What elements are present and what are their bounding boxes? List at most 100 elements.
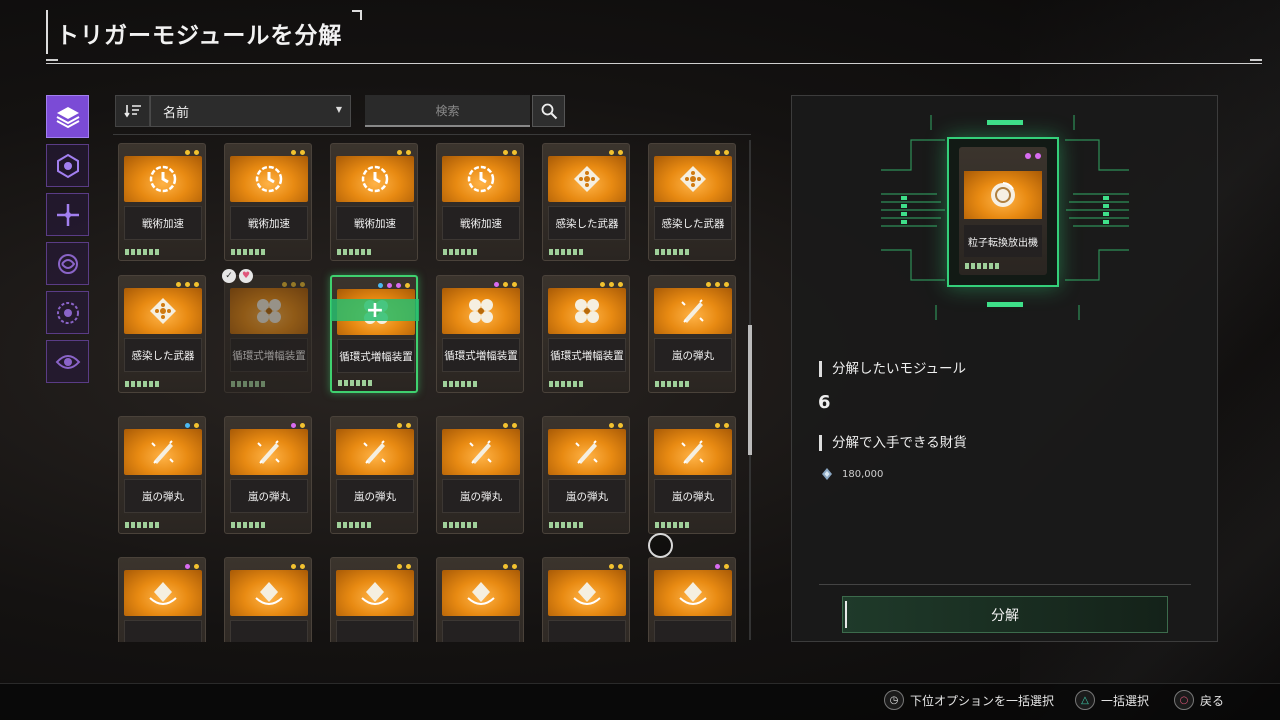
module-name: 嵐の弾丸 xyxy=(336,479,414,513)
disassemble-button[interactable]: 分解 xyxy=(842,596,1168,633)
currency-amount: 180,000 xyxy=(842,468,884,480)
rarity-dots xyxy=(503,423,517,428)
module-name xyxy=(124,620,202,642)
side-tab-eye[interactable] xyxy=(46,340,89,383)
side-tab-crosshair[interactable] xyxy=(46,193,89,236)
rarity-dots xyxy=(185,423,199,428)
module-image xyxy=(548,570,626,616)
selected-plus-icon: + xyxy=(331,298,419,323)
module-card[interactable] xyxy=(118,557,206,642)
crown-icon xyxy=(361,582,389,605)
rarity-dots xyxy=(291,564,305,569)
diamond-icon xyxy=(680,166,706,192)
module-card[interactable]: 循環式増幅装置 xyxy=(542,275,630,393)
sort-select[interactable]: 名前 ▼ xyxy=(150,95,351,127)
bulk-lower-hint[interactable]: ◷ 下位オプションを一括選択 xyxy=(884,690,1054,710)
back-hint[interactable]: ○ 戻る xyxy=(1174,690,1224,710)
module-name: 循環式増幅装置 xyxy=(337,339,415,373)
module-name: 戦術加速 xyxy=(442,206,520,240)
rarity-dots xyxy=(715,150,729,155)
module-card[interactable] xyxy=(436,557,524,642)
crown-icon xyxy=(573,582,601,605)
module-name: 感染した武器 xyxy=(124,338,202,372)
side-tab-hex-emblem[interactable] xyxy=(46,144,89,187)
clock-icon xyxy=(467,165,495,193)
search-button[interactable] xyxy=(532,95,565,127)
module-image xyxy=(124,288,202,334)
crown-icon xyxy=(149,582,177,605)
module-card[interactable]: 嵐の弾丸 xyxy=(436,416,524,534)
module-card[interactable]: 嵐の弾丸 xyxy=(330,416,418,534)
module-name: 戦術加速 xyxy=(336,206,414,240)
module-card[interactable]: 嵐の弾丸 xyxy=(648,275,736,393)
module-grid: 戦術加速 戦術加速 戦術加速 戦術加速 感染した武器 感染した武器 感染した武器 循環式増幅装… xyxy=(113,134,751,642)
level-bars xyxy=(443,249,477,255)
module-card[interactable]: 循環式増幅装置 xyxy=(224,275,312,393)
module-card[interactable]: 感染した武器 xyxy=(648,143,736,261)
level-bars xyxy=(443,381,477,387)
rarity-dots xyxy=(609,150,623,155)
module-card[interactable]: 戦術加速 xyxy=(224,143,312,261)
swirl-icon xyxy=(57,253,78,274)
module-card[interactable]: 感染した武器 xyxy=(118,275,206,393)
module-card[interactable]: + 循環式増幅装置 xyxy=(330,275,419,393)
level-bars xyxy=(549,381,583,387)
module-card[interactable]: 感染した武器 xyxy=(542,143,630,261)
module-name: 嵐の弾丸 xyxy=(124,479,202,513)
module-image xyxy=(548,156,626,202)
crown-icon xyxy=(467,582,495,605)
rarity-dots xyxy=(397,564,411,569)
side-tab-burst[interactable] xyxy=(46,291,89,334)
rarity-dots xyxy=(609,423,623,428)
heart-icon: ♥ xyxy=(239,269,253,283)
module-image xyxy=(654,570,732,616)
module-image xyxy=(654,288,732,334)
module-card[interactable]: 循環式増幅装置 xyxy=(436,275,524,393)
eye-icon xyxy=(55,354,80,369)
module-image xyxy=(442,570,520,616)
bulk-select-hint[interactable]: △ 一括選択 xyxy=(1075,690,1149,710)
preview-module-name: 粒子転換放出機 xyxy=(964,225,1042,257)
sort-select-value: 名前 xyxy=(163,105,190,121)
cluster-icon xyxy=(575,299,599,323)
search-input[interactable]: 検索 xyxy=(365,95,530,127)
module-image xyxy=(442,156,520,202)
module-name: 循環式増幅装置 xyxy=(442,338,520,372)
module-card[interactable] xyxy=(648,557,736,642)
module-image xyxy=(230,429,308,475)
page-title: トリガーモジュールを分解 xyxy=(56,23,343,49)
sort-icon xyxy=(123,105,141,118)
module-image xyxy=(442,288,520,334)
module-card[interactable]: 嵐の弾丸 xyxy=(224,416,312,534)
rarity-dots xyxy=(282,282,305,287)
level-bars xyxy=(337,522,371,528)
header-divider xyxy=(46,63,1262,64)
module-card[interactable]: 戦術加速 xyxy=(330,143,418,261)
module-card[interactable]: 嵐の弾丸 xyxy=(648,416,736,534)
module-card[interactable]: 嵐の弾丸 xyxy=(118,416,206,534)
module-card[interactable]: 戦術加速 xyxy=(118,143,206,261)
scrollbar-thumb[interactable] xyxy=(748,325,752,455)
module-image xyxy=(654,156,732,202)
module-name: 嵐の弾丸 xyxy=(654,338,732,372)
rarity-dots xyxy=(494,282,517,287)
level-bars xyxy=(655,522,689,528)
rarity-dots xyxy=(185,150,199,155)
module-card[interactable] xyxy=(330,557,418,642)
sort-order-button[interactable] xyxy=(115,95,150,127)
layers-icon xyxy=(56,106,79,128)
module-card[interactable] xyxy=(542,557,630,642)
module-name: 嵐の弾丸 xyxy=(230,479,308,513)
burst-icon xyxy=(56,301,79,324)
side-tab-layers[interactable] xyxy=(46,95,89,138)
header-divider-mark xyxy=(1250,59,1262,61)
panel-divider xyxy=(819,584,1191,585)
module-card[interactable]: 嵐の弾丸 xyxy=(542,416,630,534)
side-tab-swirl[interactable] xyxy=(46,242,89,285)
triangle-button-icon: △ xyxy=(1075,690,1095,710)
module-image xyxy=(964,171,1042,219)
module-card[interactable]: 戦術加速 xyxy=(436,143,524,261)
cluster-icon xyxy=(257,299,281,323)
module-card[interactable] xyxy=(224,557,312,642)
bulk-lower-label: 下位オプションを一括選択 xyxy=(910,693,1055,708)
